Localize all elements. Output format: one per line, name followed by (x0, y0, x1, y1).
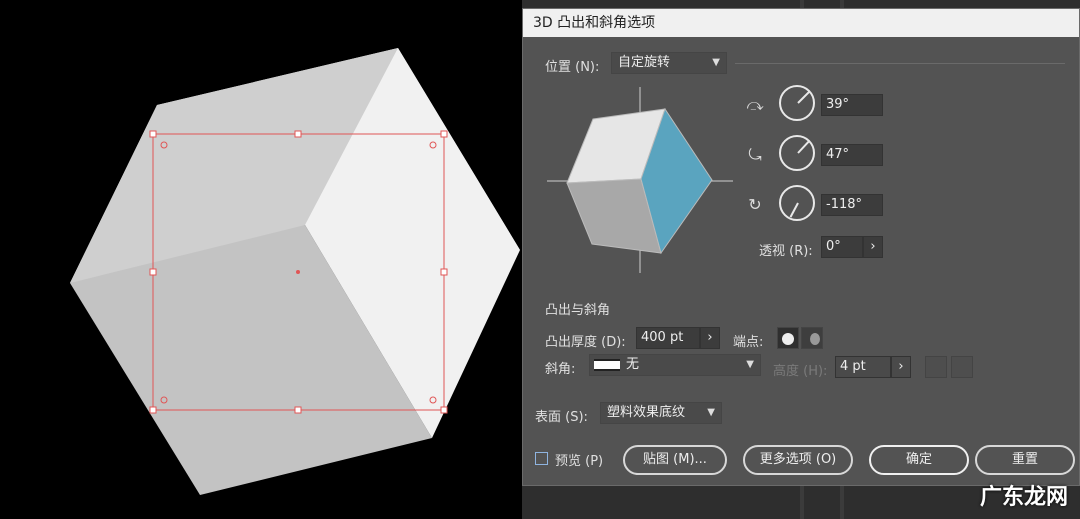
cap-on-button[interactable] (777, 327, 799, 349)
surface-select-value: 塑料效果底纹 (607, 405, 686, 420)
extrude-section-title: 凸出与斜角 (545, 303, 611, 318)
watermark-text: 广东龙网 (979, 485, 1068, 510)
preview-label: 预览 (P) (555, 454, 604, 469)
extrude-depth-stepper-button[interactable]: › (700, 327, 720, 349)
bevel-select-value: 无 (626, 357, 640, 372)
ok-button[interactable]: 确定 (869, 445, 969, 475)
extrude-bevel-dialog: 3D 凸出和斜角选项 位置 (N): 自定旋转 ▼ ⤼ 39° ⤿ 47° ↻ … (522, 8, 1080, 486)
extrude-depth-label: 凸出厚度 (D): (545, 335, 626, 350)
x-axis-rotate-icon: ⤼ (746, 95, 764, 114)
position-label: 位置 (N): (545, 60, 600, 75)
artboard-canvas[interactable] (0, 0, 530, 519)
bevel-out-button[interactable] (925, 356, 947, 378)
preview-cube (547, 87, 733, 273)
surface-select[interactable]: 塑料效果底纹 ▼ (600, 402, 722, 424)
cap-off-button[interactable] (801, 327, 823, 349)
more-options-button[interactable]: 更多选项 (O) (743, 445, 853, 475)
dialog-title: 3D 凸出和斜角选项 (523, 9, 1079, 37)
chevron-down-icon: ▼ (707, 407, 715, 418)
rotation-preview[interactable] (545, 87, 735, 277)
height-field[interactable]: 4 pt (835, 356, 891, 378)
chevron-down-icon: ▼ (712, 57, 720, 68)
bevel-label: 斜角: (545, 362, 576, 377)
extrude-depth-field[interactable]: 400 pt (636, 327, 700, 349)
y-rotation-field[interactable]: 47° (821, 144, 883, 166)
bevel-in-button[interactable] (951, 356, 973, 378)
map-button[interactable]: 贴图 (M)... (623, 445, 727, 475)
preview-checkbox[interactable] (535, 452, 548, 465)
perspective-label: 透视 (R): (759, 244, 813, 259)
position-select[interactable]: 自定旋转 ▼ (611, 52, 727, 74)
reset-button[interactable]: 重置 (975, 445, 1075, 475)
bevel-select[interactable]: 无 ▼ (589, 354, 761, 376)
z-rotation-dial[interactable] (779, 185, 815, 221)
x-rotation-field[interactable]: 39° (821, 94, 883, 116)
height-stepper-button[interactable]: › (891, 356, 911, 378)
y-rotation-dial[interactable] (779, 135, 815, 171)
x-rotation-dial[interactable] (779, 85, 815, 121)
position-select-value: 自定旋转 (618, 55, 671, 70)
chevron-down-icon: ▼ (746, 359, 754, 370)
perspective-field[interactable]: 0° (821, 236, 863, 258)
cap-off-icon (810, 333, 820, 345)
z-rotation-field[interactable]: -118° (821, 194, 883, 216)
perspective-stepper-button[interactable]: › (863, 236, 883, 258)
cap-on-icon (782, 333, 794, 345)
cube-artwork (70, 48, 520, 495)
z-axis-rotate-icon: ↻ (748, 195, 762, 214)
bevel-swatch-icon (594, 359, 620, 371)
y-axis-rotate-icon: ⤿ (748, 145, 762, 164)
cap-label: 端点: (733, 335, 764, 350)
height-label: 高度 (H): (773, 364, 828, 379)
surface-label: 表面 (S): (535, 410, 588, 425)
